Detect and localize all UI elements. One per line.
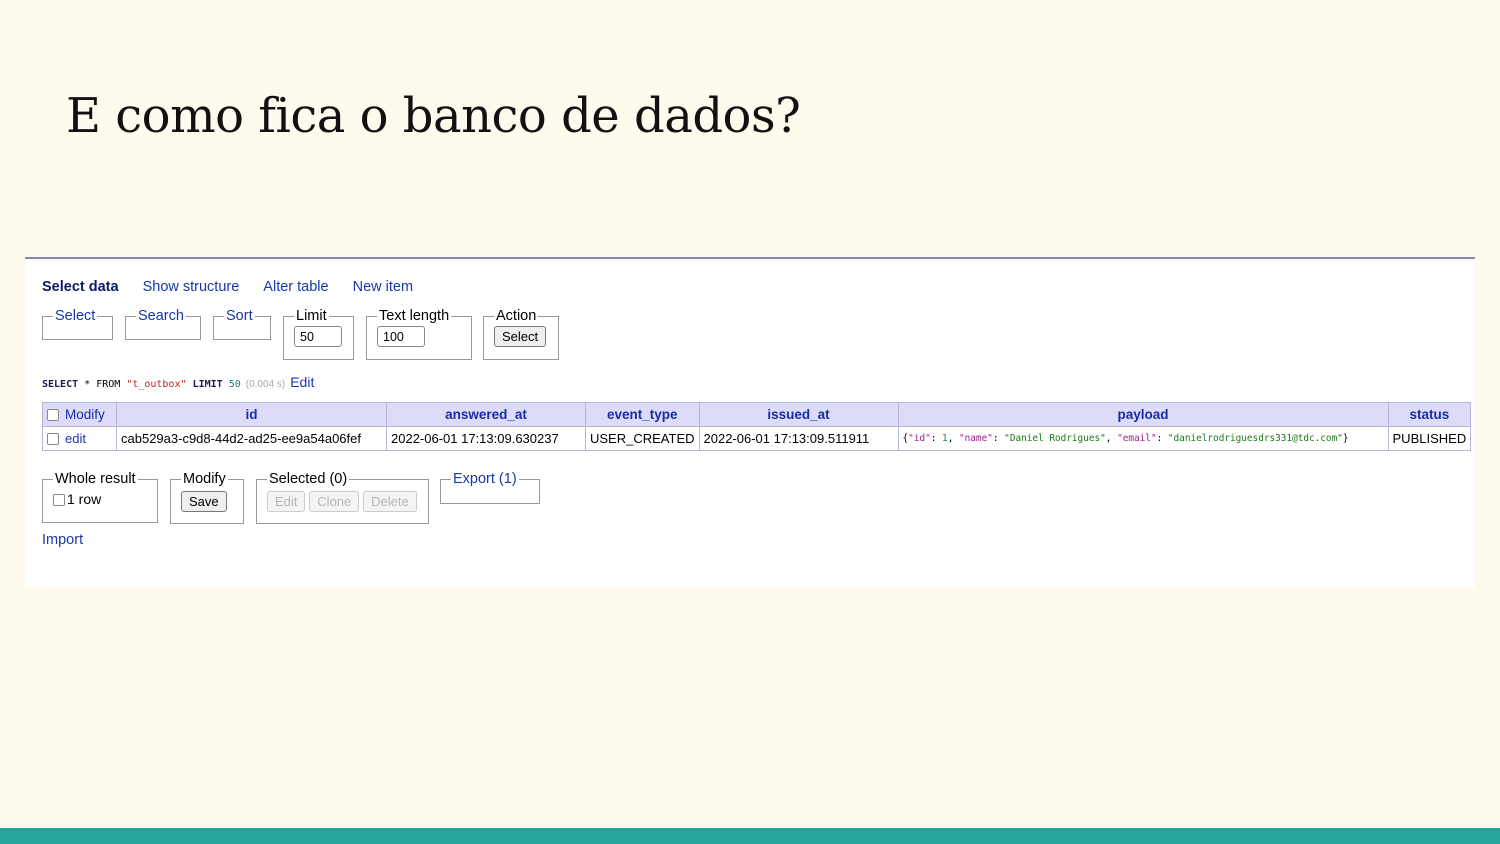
limit-input[interactable] xyxy=(294,326,342,347)
query-time: (0.004 s) xyxy=(245,379,286,390)
table-nav: Select data Show structure Alter table N… xyxy=(42,279,413,295)
edit-query-link[interactable]: Edit xyxy=(290,374,314,390)
cell-status: PUBLISHED xyxy=(1387,426,1472,451)
text-length-fieldset: Text length xyxy=(366,308,472,360)
column-header-answered-at[interactable]: answered_at xyxy=(386,402,586,427)
sql-limit-number: 50 xyxy=(228,379,241,390)
whole-result-option[interactable]: 1 row xyxy=(53,491,101,507)
sql-limit-keyword: LIMIT xyxy=(192,379,223,390)
whole-result-fieldset: Whole result 1 row xyxy=(42,471,158,523)
nav-show-structure[interactable]: Show structure xyxy=(143,279,240,295)
column-header-issued-at[interactable]: issued_at xyxy=(698,402,899,427)
selected-legend: Selected (0) xyxy=(269,471,348,487)
select-all-checkbox[interactable] xyxy=(47,409,59,421)
whole-result-checkbox[interactable] xyxy=(53,494,65,506)
export-fieldset[interactable]: Export (1) xyxy=(440,471,540,504)
modify-header-label: Modify xyxy=(65,407,105,422)
nav-select-data[interactable]: Select data xyxy=(42,279,119,295)
search-fieldset[interactable]: Search xyxy=(125,308,201,340)
adminer-panel: Select data Show structure Alter table N… xyxy=(25,257,1475,587)
select-fieldset[interactable]: Select xyxy=(42,308,113,340)
column-header-event-type[interactable]: event_type xyxy=(585,402,700,427)
row-modify-cell[interactable]: edit xyxy=(42,426,117,451)
column-header-status[interactable]: status xyxy=(1387,402,1472,427)
cell-answered-at: 2022-06-01 17:13:09.630237 xyxy=(386,426,586,451)
save-button[interactable]: Save xyxy=(181,491,227,512)
cell-event-type: USER_CREATED xyxy=(585,426,700,451)
limit-legend: Limit xyxy=(296,308,327,324)
table-row: edit cab529a3-c9d8-44d2-ad25-ee9a54a06fe… xyxy=(42,426,1472,451)
action-legend: Action xyxy=(496,308,537,324)
results-table: Modify id answered_at event_type issued_… xyxy=(42,402,1472,451)
accent-bar xyxy=(0,828,1500,844)
text-length-legend: Text length xyxy=(379,308,450,324)
action-fieldset: Action Select xyxy=(483,308,559,360)
column-header-payload[interactable]: payload xyxy=(897,402,1389,427)
sort-fieldset[interactable]: Sort xyxy=(213,308,271,340)
select-legend[interactable]: Select xyxy=(53,308,97,324)
import-link[interactable]: Import xyxy=(42,532,83,548)
sort-legend[interactable]: Sort xyxy=(224,308,255,324)
row-count-label: 1 row xyxy=(67,491,102,507)
sql-table-name: "t_outbox" xyxy=(126,379,187,390)
limit-fieldset: Limit xyxy=(283,308,354,360)
sql-select-keyword: SELECT xyxy=(42,379,79,390)
cell-payload: {"id": 1, "name": "Daniel Rodrigues", "e… xyxy=(897,426,1389,451)
export-legend[interactable]: Export (1) xyxy=(451,471,519,487)
sql-from-keyword: FROM xyxy=(96,379,121,390)
text-length-input[interactable] xyxy=(377,326,425,347)
sql-query: SELECT * FROM "t_outbox" LIMIT 50 (0.004… xyxy=(42,374,314,390)
modify-header[interactable]: Modify xyxy=(42,402,117,427)
whole-result-legend: Whole result xyxy=(55,471,136,487)
select-button[interactable]: Select xyxy=(494,326,547,347)
selected-fieldset: Selected (0) Edit Clone Delete xyxy=(256,471,429,524)
row-checkbox[interactable] xyxy=(47,433,59,445)
modify-fieldset: Modify Save xyxy=(170,471,244,524)
modify-legend: Modify xyxy=(183,471,226,487)
cell-id: cab529a3-c9d8-44d2-ad25-ee9a54a06fef xyxy=(116,426,387,451)
search-legend[interactable]: Search xyxy=(136,308,186,324)
nav-new-item[interactable]: New item xyxy=(353,279,413,295)
delete-button[interactable]: Delete xyxy=(363,491,417,512)
row-edit-link[interactable]: edit xyxy=(65,431,86,446)
sql-star: * xyxy=(78,379,97,390)
cell-issued-at: 2022-06-01 17:13:09.511911 xyxy=(698,426,899,451)
clone-button[interactable]: Clone xyxy=(309,491,360,512)
column-header-id[interactable]: id xyxy=(116,402,387,427)
slide-title: E como fica o banco de dados? xyxy=(66,88,801,144)
nav-alter-table[interactable]: Alter table xyxy=(263,279,328,295)
table-header-row: Modify id answered_at event_type issued_… xyxy=(42,402,1472,427)
edit-selected-button[interactable]: Edit xyxy=(267,491,306,512)
